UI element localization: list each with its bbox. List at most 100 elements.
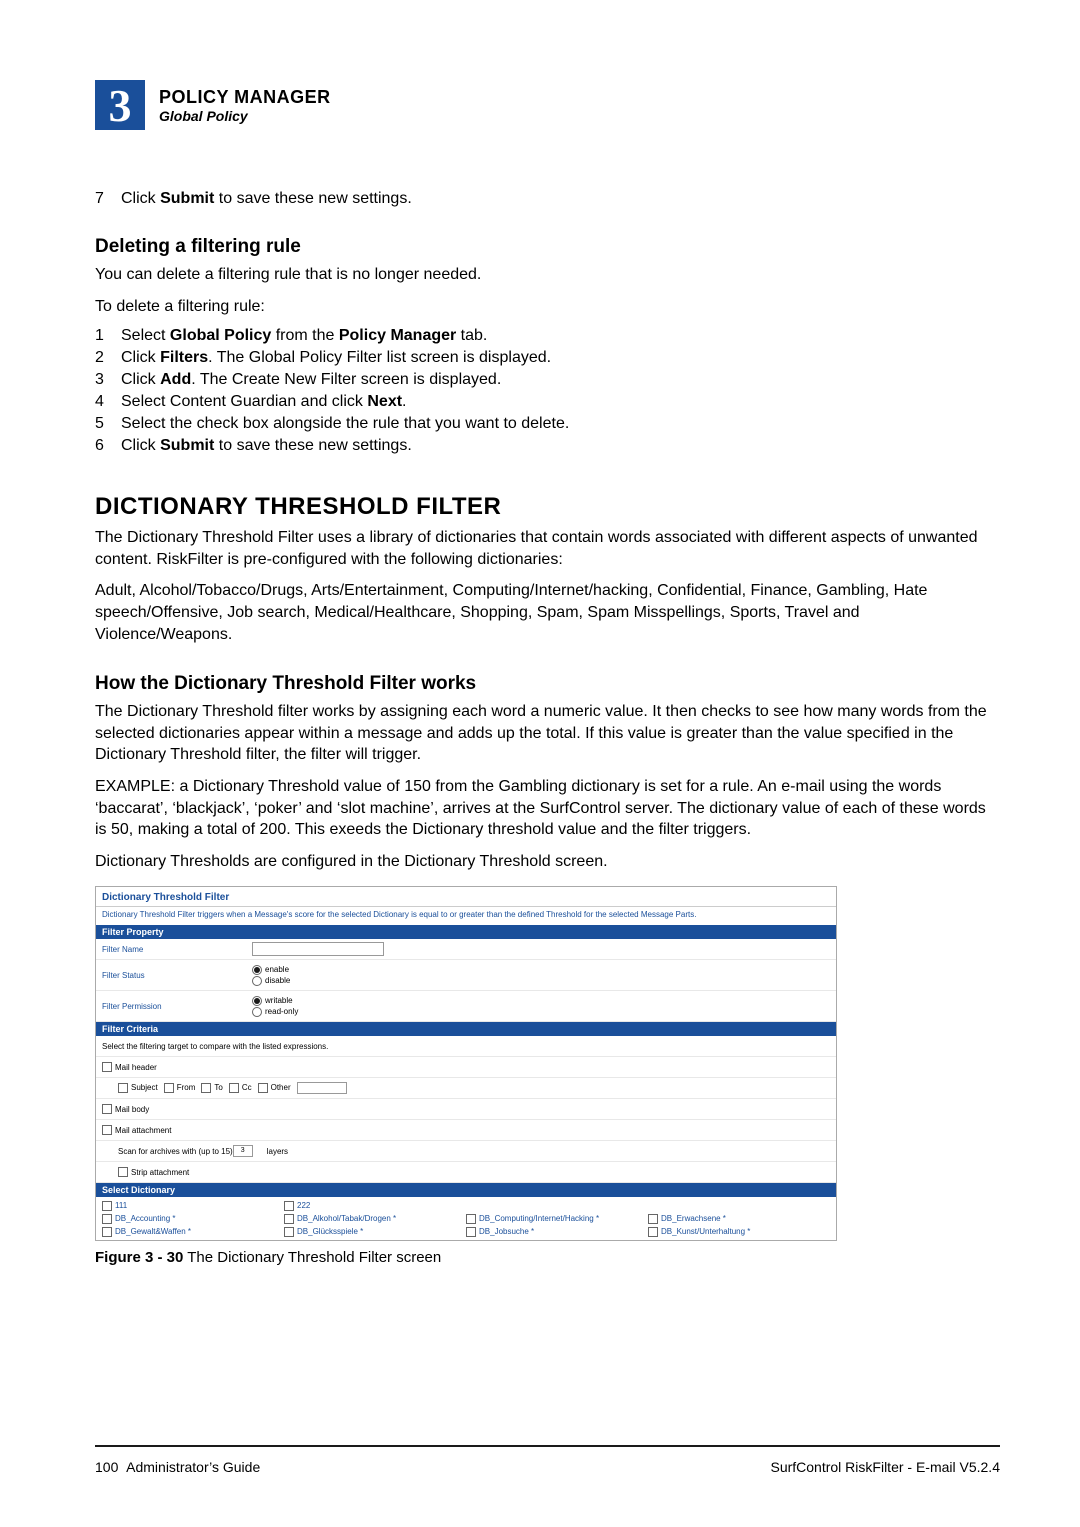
- label-filter-name: Filter Name: [102, 945, 252, 954]
- dict-item[interactable]: DB_Accounting *: [102, 1212, 284, 1225]
- opt-subject[interactable]: Subject: [118, 1083, 158, 1093]
- footer-right: SurfControl RiskFilter - E-mail V5.2.4: [770, 1459, 1000, 1475]
- page-header: 3 POLICY MANAGER Global Policy: [95, 80, 1000, 130]
- ss-title: Dictionary Threshold Filter: [96, 887, 836, 907]
- checkbox-mail-header[interactable]: [102, 1062, 112, 1072]
- label-mail-body: Mail body: [115, 1105, 149, 1114]
- step-num: 6: [95, 437, 121, 455]
- row-mail-attachment: Mail attachment: [96, 1120, 836, 1141]
- input-filter-name[interactable]: [252, 942, 384, 956]
- del-step-5: 5 Select the check box alongside the rul…: [95, 415, 1000, 433]
- screenshot-dict-threshold: Dictionary Threshold Filter Dictionary T…: [95, 886, 837, 1241]
- del-step-6: 6 Click Submit to save these new setting…: [95, 437, 1000, 455]
- dict-item[interactable]: 222: [284, 1199, 466, 1212]
- footer-left: 100 Administrator’s Guide: [95, 1459, 260, 1475]
- radio-icon: [252, 996, 262, 1006]
- label-filter-permission: Filter Permission: [102, 1002, 252, 1011]
- del-step-3: 3 Click Add. The Create New Filter scree…: [95, 371, 1000, 389]
- chapter-number: 3: [95, 80, 145, 130]
- row-criteria-desc: Select the filtering target to compare w…: [96, 1036, 836, 1057]
- step-num: 3: [95, 371, 121, 389]
- step-text: Click Submit to save these new settings.: [121, 190, 412, 208]
- page-footer: 100 Administrator’s Guide SurfControl Ri…: [95, 1459, 1000, 1475]
- figcap-rest: The Dictionary Threshold Filter screen: [183, 1249, 441, 1266]
- opt-from[interactable]: From: [164, 1083, 196, 1093]
- dict-grid: 111 DB_Accounting * DB_Gewalt&Waffen * 2…: [96, 1197, 836, 1240]
- row-mail-header: Mail header: [96, 1057, 836, 1078]
- radio-disable[interactable]: disable: [252, 975, 290, 986]
- label-strip-attachment: Strip attachment: [131, 1168, 189, 1177]
- input-scan-layers[interactable]: 3: [233, 1145, 253, 1157]
- dict-p1: The Dictionary Threshold Filter uses a l…: [95, 527, 1000, 570]
- criteria-desc: Select the filtering target to compare w…: [102, 1042, 328, 1051]
- row-filter-status: Filter Status enable disable: [96, 960, 836, 991]
- dict-item[interactable]: DB_Gewalt&Waffen *: [102, 1225, 284, 1238]
- step-pre: Click: [121, 190, 160, 207]
- dict-item[interactable]: DB_Jobsuche *: [466, 1225, 648, 1238]
- radio-icon: [252, 976, 262, 986]
- dict-item[interactable]: DB_Glücksspiele *: [284, 1225, 466, 1238]
- radio-group-status: enable disable: [252, 964, 290, 986]
- figure-caption: Figure 3 - 30 The Dictionary Threshold F…: [95, 1249, 1000, 1266]
- dict-item[interactable]: DB_Kunst/Unterhaltung *: [648, 1225, 830, 1238]
- ss-sec-select-dictionary: Select Dictionary: [96, 1183, 836, 1197]
- del-step-1: 1 Select Global Policy from the Policy M…: [95, 327, 1000, 345]
- label-filter-status: Filter Status: [102, 971, 252, 980]
- step-num: 1: [95, 327, 121, 345]
- step-text: Click Submit to save these new settings.: [121, 437, 412, 455]
- input-other-header[interactable]: [297, 1082, 347, 1094]
- heading-dictionary-threshold-filter: DICTIONARY THRESHOLD FILTER: [95, 493, 1000, 521]
- opt-to[interactable]: To: [201, 1083, 222, 1093]
- step-num: 5: [95, 415, 121, 433]
- del-p2: To delete a filtering rule:: [95, 296, 1000, 318]
- checkbox-mail-attachment[interactable]: [102, 1125, 112, 1135]
- step-7: 7 Click Submit to save these new setting…: [95, 190, 1000, 208]
- dict-item[interactable]: DB_Alkohol/Tabak/Drogen *: [284, 1212, 466, 1225]
- step-text: Select Global Policy from the Policy Man…: [121, 327, 487, 345]
- radio-icon: [252, 965, 262, 975]
- label-mail-attachment: Mail attachment: [115, 1126, 171, 1135]
- step-post: to save these new settings.: [214, 190, 411, 207]
- ss-sec-filter-criteria: Filter Criteria: [96, 1022, 836, 1036]
- header-subtitle: Global Policy: [159, 108, 331, 124]
- row-mail-body: Mail body: [96, 1099, 836, 1120]
- how-p1: The Dictionary Threshold filter works by…: [95, 701, 1000, 766]
- del-step-2: 2 Click Filters. The Global Policy Filte…: [95, 349, 1000, 367]
- row-mail-header-opts: Subject From To Cc Other: [96, 1078, 836, 1099]
- row-filter-permission: Filter Permission writable read-only: [96, 991, 836, 1022]
- scan-post: layers: [267, 1147, 288, 1156]
- row-scan-archives: Scan for archives with (up to 15) 3 laye…: [96, 1141, 836, 1162]
- del-p1: You can delete a filtering rule that is …: [95, 264, 1000, 286]
- step-text: Click Add. The Create New Filter screen …: [121, 371, 501, 389]
- radio-group-permission: writable read-only: [252, 995, 298, 1017]
- dict-item[interactable]: DB_Computing/Internet/Hacking *: [466, 1212, 648, 1225]
- step-num: 2: [95, 349, 121, 367]
- how-p3: Dictionary Thresholds are configured in …: [95, 851, 1000, 873]
- step-num: 7: [95, 190, 121, 208]
- row-filter-name: Filter Name: [96, 939, 836, 960]
- radio-writable[interactable]: writable: [252, 995, 298, 1006]
- checkbox-mail-body[interactable]: [102, 1104, 112, 1114]
- step-bold: Submit: [160, 190, 214, 207]
- step-text: Click Filters. The Global Policy Filter …: [121, 349, 551, 367]
- scan-pre: Scan for archives with (up to 15): [118, 1147, 233, 1156]
- header-title: POLICY MANAGER: [159, 87, 331, 108]
- del-step-4: 4 Select Content Guardian and click Next…: [95, 393, 1000, 411]
- opt-other[interactable]: Other: [258, 1083, 291, 1093]
- radio-readonly[interactable]: read-only: [252, 1006, 298, 1017]
- ss-desc: Dictionary Threshold Filter triggers whe…: [96, 907, 836, 925]
- opt-cc[interactable]: Cc: [229, 1083, 252, 1093]
- figcap-bold: Figure 3 - 30: [95, 1249, 183, 1266]
- how-p2: EXAMPLE: a Dictionary Threshold value of…: [95, 776, 1000, 841]
- step-text: Select the check box alongside the rule …: [121, 415, 569, 433]
- dict-item[interactable]: 111: [102, 1199, 284, 1212]
- step-num: 4: [95, 393, 121, 411]
- heading-how-works: How the Dictionary Threshold Filter work…: [95, 673, 1000, 695]
- checkbox-strip-attachment[interactable]: [118, 1167, 128, 1177]
- dict-p2: Adult, Alcohol/Tobacco/Drugs, Arts/Enter…: [95, 580, 1000, 645]
- footer-rule: [95, 1445, 1000, 1447]
- heading-deleting-rule: Deleting a filtering rule: [95, 236, 1000, 258]
- radio-enable[interactable]: enable: [252, 964, 290, 975]
- dict-item[interactable]: DB_Erwachsene *: [648, 1212, 830, 1225]
- header-text: POLICY MANAGER Global Policy: [159, 87, 331, 124]
